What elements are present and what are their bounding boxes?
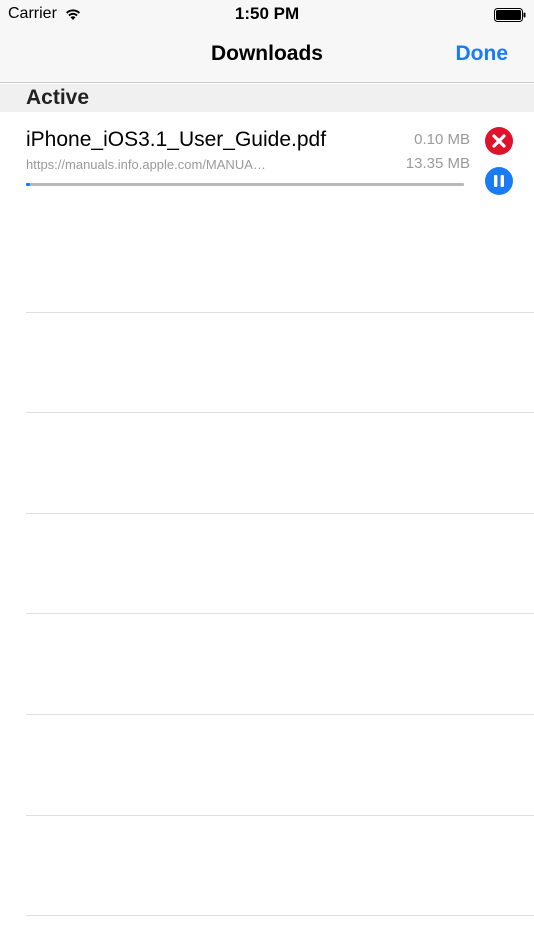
section-header-active: Active bbox=[0, 84, 534, 112]
row-separator bbox=[26, 613, 534, 614]
total-size: 13.35 MB bbox=[405, 155, 470, 172]
section-title: Active bbox=[26, 86, 90, 109]
pause-download-button[interactable] bbox=[485, 167, 513, 195]
row-separator bbox=[26, 513, 534, 514]
pause-circle-icon bbox=[494, 175, 504, 187]
row-separator bbox=[26, 412, 534, 413]
download-progress-fill bbox=[26, 183, 31, 186]
done-button[interactable]: Done bbox=[456, 42, 509, 66]
cancel-download-button[interactable] bbox=[485, 127, 513, 155]
navigation-bar: Downloads Done bbox=[0, 30, 534, 83]
download-file-name: iPhone_iOS3.1_User_Guide.pdf bbox=[26, 128, 327, 151]
download-row[interactable]: iPhone_iOS3.1_User_Guide.pdf https://man… bbox=[0, 112, 534, 212]
row-separator bbox=[26, 714, 534, 715]
row-separator bbox=[26, 915, 534, 916]
row-separator bbox=[26, 815, 534, 816]
row-separator bbox=[26, 312, 534, 313]
download-progress-bar bbox=[26, 183, 464, 186]
download-url: https://manuals.info.apple.com/MANUA… bbox=[26, 157, 266, 172]
clock-time: 1:50 PM bbox=[234, 4, 300, 23]
page-title: Downloads bbox=[210, 42, 323, 65]
close-circle-icon bbox=[492, 134, 506, 148]
battery-icon bbox=[494, 8, 526, 22]
status-bar: Carrier 1:50 PM bbox=[0, 0, 534, 30]
downloaded-size: 0.10 MB bbox=[414, 131, 470, 148]
